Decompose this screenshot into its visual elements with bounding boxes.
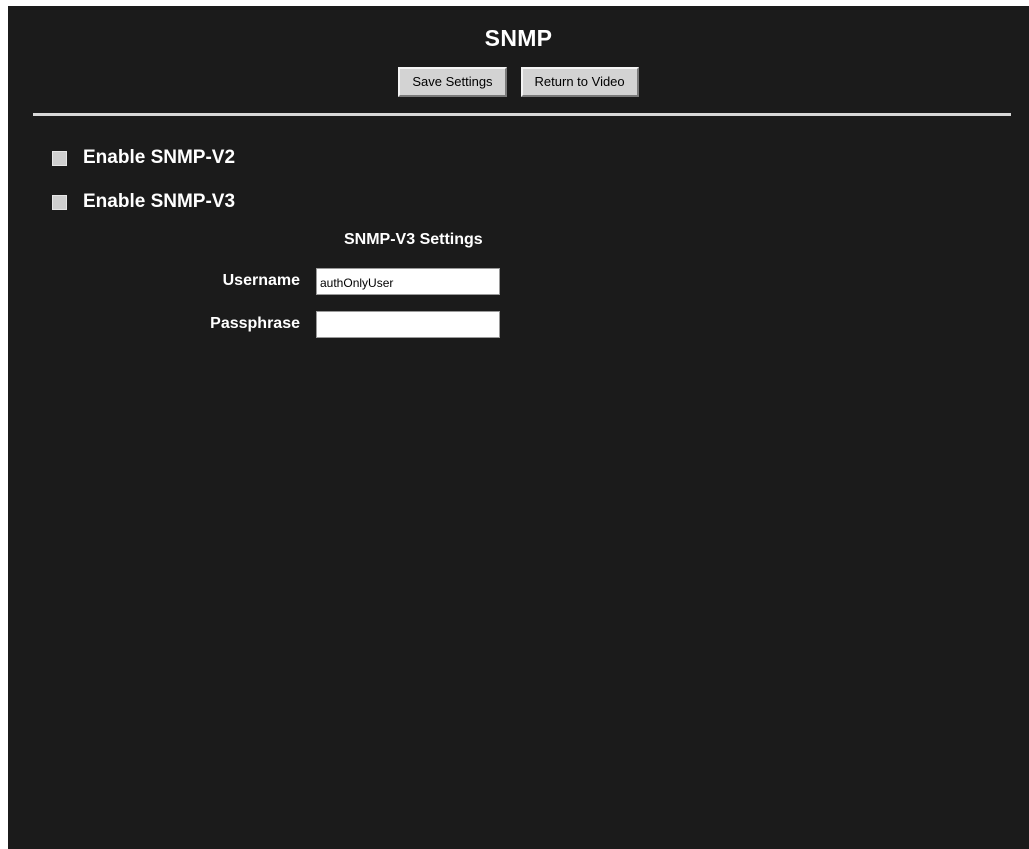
save-settings-button[interactable]: Save Settings (398, 67, 507, 97)
return-to-video-button[interactable]: Return to Video (520, 67, 639, 97)
passphrase-field[interactable] (316, 311, 500, 338)
enable-snmp-v2-label: Enable SNMP-V2 (83, 147, 236, 168)
enable-snmp-v3-checkbox[interactable] (52, 194, 67, 210)
enable-snmp-v2-option[interactable]: Enable SNMP-V2 (52, 147, 235, 169)
snmp-v3-settings-title: SNMP-V3 Settings (344, 231, 483, 248)
page-title: SNMP (484, 25, 553, 51)
passphrase-label: Passphrase (210, 315, 300, 332)
toolbar: Save Settings Return to Video (8, 67, 1029, 97)
enable-snmp-v2-checkbox[interactable] (52, 150, 67, 166)
username-field[interactable] (316, 268, 500, 295)
snmp-settings-panel: SNMP Save Settings Return to Video Enabl… (8, 6, 1029, 849)
username-label: Username (222, 272, 300, 289)
divider (33, 113, 1011, 116)
enable-snmp-v3-option[interactable]: Enable SNMP-V3 (52, 191, 235, 213)
enable-snmp-v3-label: Enable SNMP-V3 (83, 191, 236, 212)
